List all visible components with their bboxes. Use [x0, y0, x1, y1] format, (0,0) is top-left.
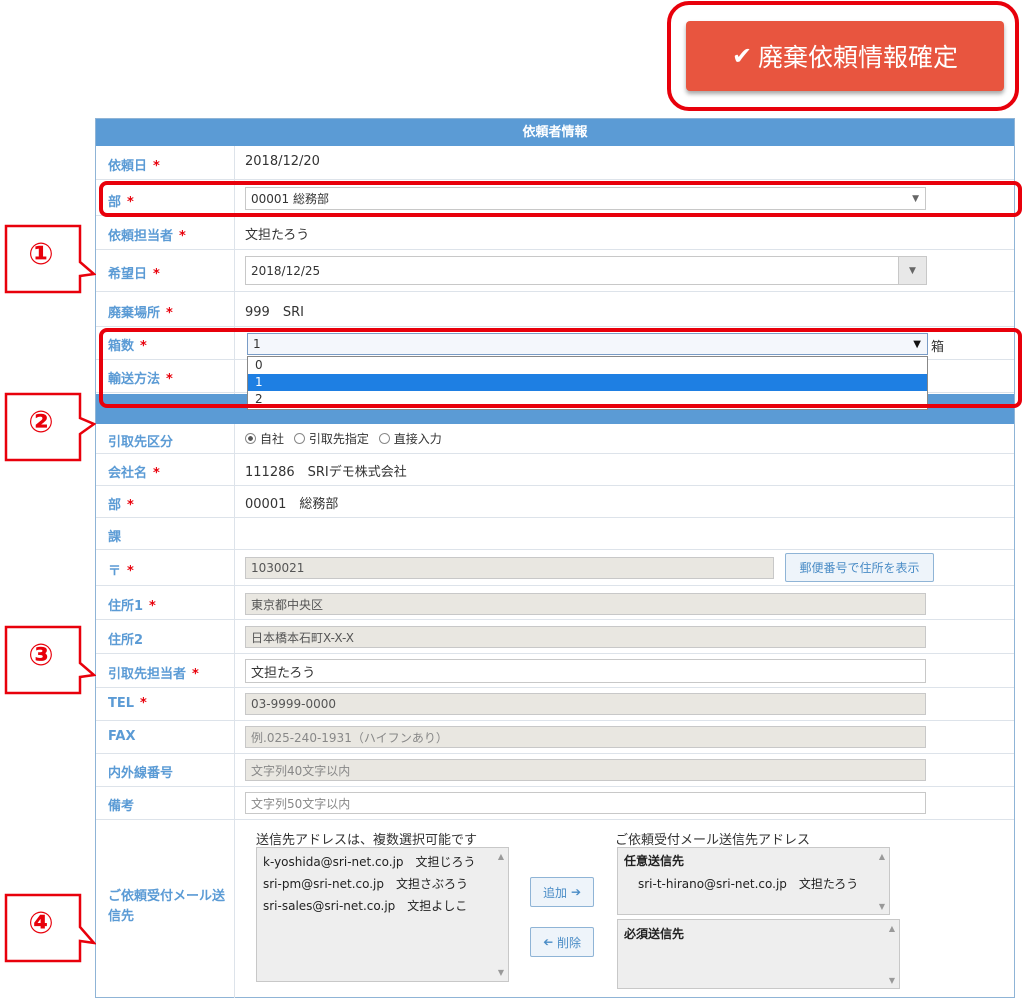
requester-label: 依頼担当者 * [108, 229, 186, 244]
list-item[interactable]: sri-sales@sri-net.co.jp 文担よしこ [263, 897, 467, 914]
optional-recipient-list[interactable]: 任意送信先 sri-t-hirano@sri-net.co.jp 文担たろう ▲… [617, 847, 890, 915]
address1-input[interactable]: 東京都中央区 [245, 593, 926, 615]
list-item[interactable]: sri-pm@sri-net.co.jp 文担さぶろう [263, 875, 468, 892]
confirm-button-label: 廃棄依頼情報確定 [758, 43, 959, 72]
box-count-highlight [99, 328, 1022, 408]
disposal-location-value: 999 SRI [245, 305, 304, 320]
pickup-department-label: 部 * [108, 498, 134, 513]
radio-own-company[interactable]: 自社 [245, 432, 284, 446]
scroll-up-icon[interactable]: ▲ [889, 924, 895, 933]
row-section: 課 [96, 518, 1014, 550]
pickup-contact-input[interactable]: 文担たろう [245, 659, 926, 683]
postal-code-input[interactable]: 1030021 [245, 557, 774, 579]
address2-input[interactable]: 日本橋本石町X-X-X [245, 626, 926, 648]
optional-recipients-title: 任意送信先 [624, 854, 685, 868]
tel-input[interactable]: 03-9999-0000 [245, 693, 926, 715]
chevron-down-icon: ▼ [909, 265, 916, 276]
required-recipient-list[interactable]: 必須送信先 ▲ ▼ [617, 919, 900, 989]
source-address-list[interactable]: k-yoshida@sri-net.co.jp 文担じろう sri-pm@sri… [256, 847, 509, 982]
mail-recipients-label: ご依頼受付メール送信先 [108, 889, 226, 924]
scroll-down-icon[interactable]: ▼ [498, 968, 504, 977]
callout-1: ① [4, 224, 96, 294]
required-recipients-title: 必須送信先 [624, 927, 685, 941]
department-highlight [99, 181, 1022, 217]
request-date-value: 2018/12/20 [245, 154, 320, 169]
scroll-down-icon[interactable]: ▼ [879, 902, 885, 911]
fax-input[interactable]: 例.025-240-1931（ハイフンあり） [245, 726, 926, 748]
disposal-location-label: 廃棄場所 * [108, 306, 173, 321]
scroll-up-icon[interactable]: ▲ [879, 852, 885, 861]
postal-lookup-button[interactable]: 郵便番号で住所を表示 [785, 553, 934, 582]
pickup-type-radios: 自社 引取先指定 直接入力 [245, 430, 442, 447]
pickup-department-value: 00001 総務部 [245, 497, 339, 512]
callout-2: ② [4, 392, 96, 462]
list-item[interactable]: sri-t-hirano@sri-net.co.jp 文担たろう [638, 875, 858, 892]
callout-number: ② [28, 405, 54, 440]
pickup-contact-label: 引取先担当者 * [108, 667, 199, 682]
row-request-date: 依頼日 * 2018/12/20 [96, 146, 1014, 180]
list-item[interactable]: k-yoshida@sri-net.co.jp 文担じろう [263, 853, 476, 870]
scroll-up-icon[interactable]: ▲ [498, 852, 504, 861]
confirm-disposal-request-button[interactable]: ✔ 廃棄依頼情報確定 [686, 21, 1004, 91]
callout-number: ③ [28, 638, 54, 673]
remove-recipient-button[interactable]: ➔ 削除 [530, 927, 594, 957]
pickup-type-label: 引取先区分 [108, 435, 174, 450]
destination-caption: ご依頼受付メール送信先アドレス [615, 833, 811, 848]
remarks-input[interactable]: 文字列50文字以内 [245, 792, 926, 814]
extension-input[interactable]: 文字列40文字以内 [245, 759, 926, 781]
date-picker-button[interactable]: ▼ [898, 256, 927, 285]
check-icon: ✔ [731, 42, 753, 70]
radio-designated[interactable]: 引取先指定 [293, 432, 369, 446]
postal-label: 〒 * [108, 564, 134, 579]
callout-3: ③ [4, 625, 96, 695]
scroll-down-icon[interactable]: ▼ [889, 976, 895, 985]
fax-label: FAX [108, 729, 136, 744]
requester-value: 文担たろう [245, 228, 310, 243]
address1-label: 住所1 * [108, 599, 156, 614]
source-caption: 送信先アドレスは、複数選択可能です [256, 833, 478, 848]
row-company: 会社名 * 111286 SRIデモ株式会社 [96, 454, 1014, 486]
arrow-left-icon: ➔ [542, 935, 554, 949]
arrow-right-icon: ➔ [570, 885, 582, 899]
row-pickup-department: 部 * 00001 総務部 [96, 486, 1014, 518]
row-requester: 依頼担当者 * 文担たろう [96, 216, 1014, 250]
tel-label: TEL * [108, 696, 147, 711]
section-label: 課 [108, 530, 122, 545]
row-pickup-type: 引取先区分 自社 引取先指定 直接入力 [96, 424, 1014, 454]
desired-date-label: 希望日 * [108, 267, 160, 282]
radio-direct-input[interactable]: 直接入力 [378, 432, 442, 446]
row-disposal-location: 廃棄場所 * 999 SRI [96, 292, 1014, 327]
address2-label: 住所2 [108, 633, 144, 648]
desired-date-input[interactable]: 2018/12/25 [245, 256, 927, 285]
request-date-label: 依頼日 * [108, 159, 160, 174]
company-value: 111286 SRIデモ株式会社 [245, 465, 407, 480]
add-recipient-button[interactable]: 追加 ➔ [530, 877, 594, 907]
extension-label: 内外線番号 [108, 766, 174, 781]
callout-4: ④ [4, 893, 96, 963]
company-label: 会社名 * [108, 466, 160, 481]
callout-number: ④ [28, 906, 54, 941]
remarks-label: 備考 [108, 799, 135, 814]
callout-number: ① [28, 237, 54, 272]
requester-section-header: 依頼者情報 [96, 119, 1014, 146]
